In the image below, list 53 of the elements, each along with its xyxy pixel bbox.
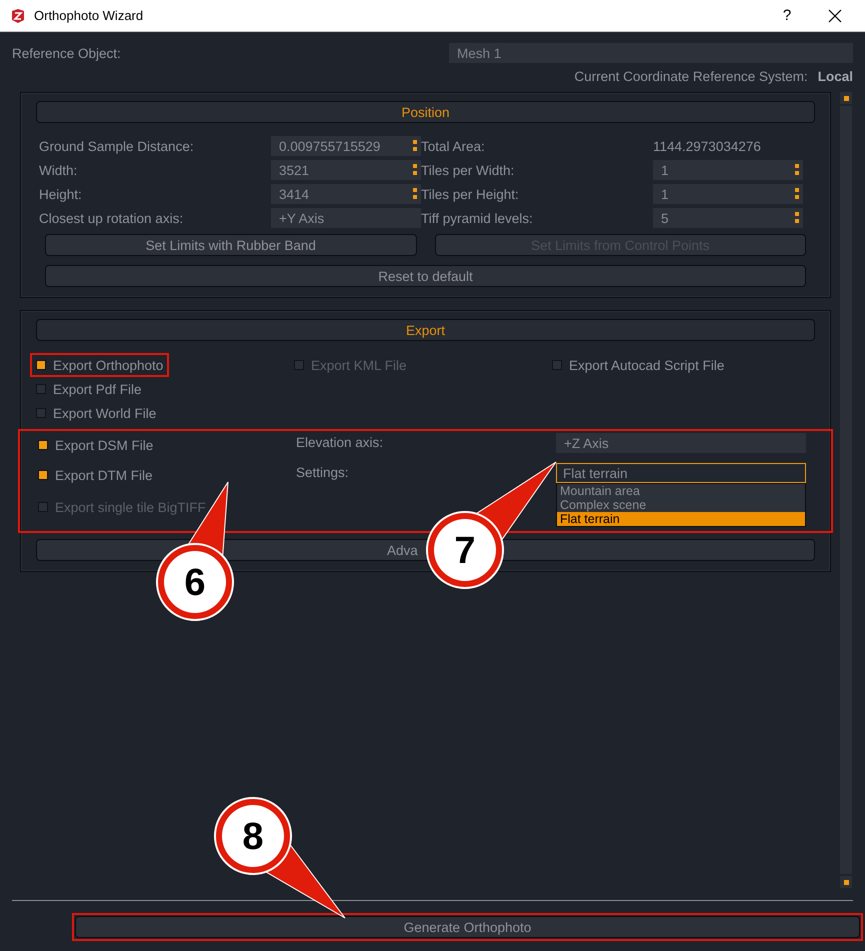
- field-label: Current Coordinate Reference System:: [574, 68, 808, 84]
- section-header: Position: [36, 101, 815, 123]
- export-checkbox[interactable]: Export Pdf File: [30, 377, 148, 401]
- number-field[interactable]: 1: [653, 160, 803, 180]
- callout-number: 6: [184, 562, 206, 604]
- number-field[interactable]: 1: [653, 184, 803, 204]
- axis-dropdown[interactable]: +Y Axis: [271, 208, 421, 228]
- window-title: Orthophoto Wizard: [34, 8, 144, 23]
- spinner-icon[interactable]: [795, 164, 799, 176]
- action-button[interactable]: Reset to default: [45, 265, 806, 287]
- number-field[interactable]: 3414: [271, 184, 421, 204]
- export-checkbox[interactable]: Export DTM File: [32, 463, 159, 487]
- export-checkbox[interactable]: Export World File: [30, 401, 162, 425]
- field-label: Width:: [39, 162, 78, 178]
- section-header: Export: [36, 319, 815, 341]
- field-label: Tiles per Width:: [421, 162, 516, 178]
- dropdown-option[interactable]: Mountain area: [557, 484, 805, 498]
- spinner-icon[interactable]: [795, 212, 799, 224]
- reference-object-field[interactable]: Mesh 1: [449, 43, 853, 63]
- app-logo-icon: [10, 8, 26, 24]
- spinner-icon[interactable]: [413, 140, 417, 152]
- export-checkbox[interactable]: Export Orthophoto: [30, 353, 170, 377]
- field-label: Tiles per Height:: [421, 186, 520, 202]
- crs-value: Local: [818, 68, 853, 84]
- action-button[interactable]: Set Limits with Rubber Band: [45, 234, 416, 256]
- spinner-icon[interactable]: [413, 188, 417, 200]
- scroll-up-button[interactable]: [840, 92, 852, 104]
- help-button[interactable]: ?: [767, 2, 807, 30]
- scrollbar[interactable]: [839, 92, 853, 888]
- spinner-icon[interactable]: [413, 164, 417, 176]
- spinner-icon[interactable]: [795, 188, 799, 200]
- total-area-value: 1144.2973034276: [653, 138, 762, 154]
- field-label: Height:: [39, 186, 83, 202]
- settings-dropdown[interactable]: Flat terrain: [556, 463, 806, 483]
- field-label: Total Area:: [421, 138, 486, 154]
- dropdown-option[interactable]: Complex scene: [557, 498, 805, 512]
- number-field[interactable]: 3521: [271, 160, 421, 180]
- callout-number: 8: [242, 816, 264, 858]
- dropdown-option[interactable]: Flat terrain: [557, 512, 805, 526]
- number-field[interactable]: 5: [653, 208, 803, 228]
- export-checkbox[interactable]: Export DSM File: [32, 433, 160, 457]
- generate-button[interactable]: Generate Orthophoto: [75, 916, 860, 938]
- export-checkbox[interactable]: Export Autocad Script File: [546, 353, 730, 377]
- field-label: Ground Sample Distance:: [39, 138, 195, 154]
- elevation-axis-dropdown[interactable]: +Z Axis: [556, 433, 806, 453]
- field-label: Settings:: [296, 464, 350, 482]
- field-label: Tiff pyramid levels:: [421, 210, 534, 226]
- field-label: Reference Object:: [12, 46, 121, 60]
- scroll-down-button[interactable]: [840, 876, 852, 888]
- close-icon[interactable]: [828, 8, 842, 22]
- field-label: Closest up rotation axis:: [39, 210, 184, 226]
- number-field[interactable]: 0.009755715529: [271, 136, 421, 156]
- field-label: Elevation axis:: [296, 434, 384, 452]
